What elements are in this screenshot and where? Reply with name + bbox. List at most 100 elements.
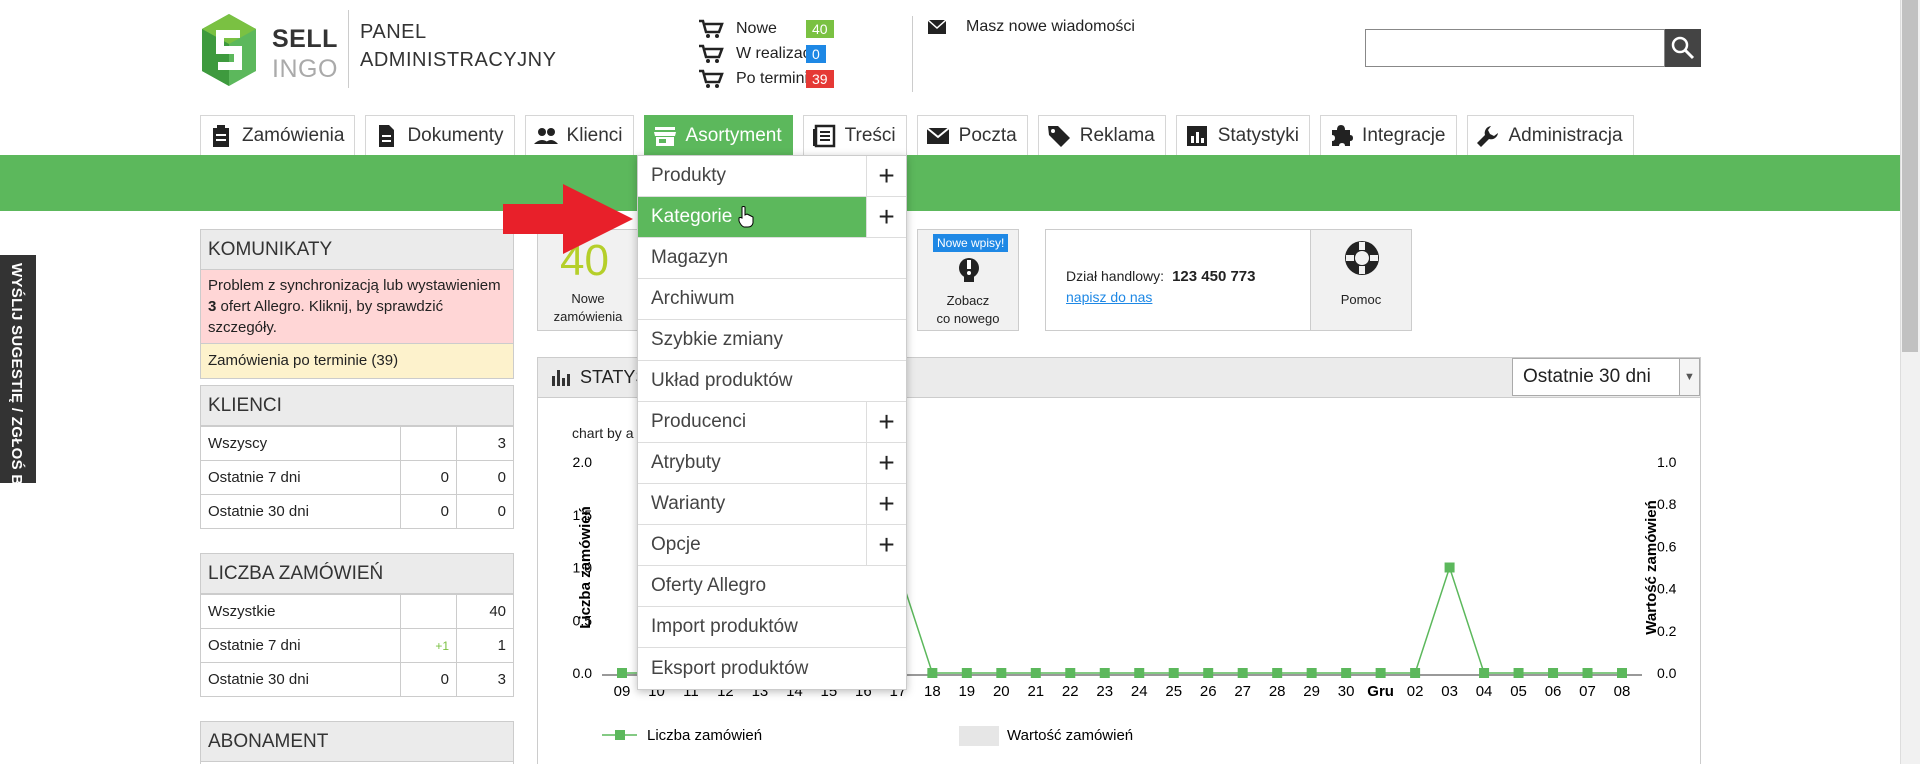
data-point (1513, 668, 1524, 678)
x-tick-label: 20 (993, 683, 1010, 700)
tab-dokumenty[interactable]: Dokumenty (365, 115, 515, 155)
search-button[interactable] (1665, 29, 1701, 67)
tab-tresci[interactable]: Treści (802, 115, 907, 155)
status-badge: 40 (806, 19, 834, 38)
dropdown-item-opcje[interactable]: Opcje + (638, 525, 906, 566)
messages-panel: KOMUNIKATY Problem z synchronizacją lub … (200, 229, 514, 379)
row-delta (401, 427, 457, 460)
orders-count-panel: LICZBA ZAMÓWIEŃ Wszystkie 40 Ostatnie 7 … (200, 553, 514, 697)
add-opcje-button[interactable]: + (866, 525, 906, 565)
tab-administracja[interactable]: Administracja (1466, 115, 1634, 155)
row-value: 0 (497, 469, 506, 486)
allegro-sync-alert[interactable]: Problem z synchronizacją lub wystawienie… (201, 270, 513, 344)
write-to-us-link[interactable]: napisz do nas (1066, 289, 1152, 305)
data-point (1237, 668, 1248, 678)
add-warianty-button[interactable]: + (866, 484, 906, 524)
dropdown-item-label: Produkty (651, 165, 726, 186)
row-label: Wszyscy (201, 427, 401, 460)
row-value: 3 (497, 435, 506, 452)
lightbulb-icon (959, 258, 979, 282)
status-overdue[interactable]: Po terminie 39 (698, 66, 834, 91)
document-icon (379, 124, 395, 147)
tab-zamowienia[interactable]: Zamówienia (200, 115, 356, 155)
data-point (996, 668, 1007, 678)
lifebuoy-icon (1345, 241, 1379, 275)
dropdown-item-warianty[interactable]: Warianty + (638, 484, 906, 525)
logo-text: SELL INGO (272, 24, 338, 84)
tag-icon (1047, 125, 1070, 147)
add-produkty-button[interactable]: + (866, 156, 906, 196)
tab-asortyment[interactable]: Asortyment (643, 115, 793, 155)
clients-panel: KLIENCI Wszyscy 3 Ostatnie 7 dni 0 0 Ost… (200, 385, 514, 529)
messages-link[interactable]: Masz nowe wiadomości (928, 18, 1135, 36)
submenu-bar (0, 155, 1900, 211)
x-tick-label: Gru (1367, 683, 1394, 700)
new-orders-label-line1: Nowe (571, 291, 605, 306)
chart-icon (1186, 125, 1207, 146)
data-point (1444, 562, 1455, 573)
date-range-select[interactable]: Ostatnie 30 dni ▼ (1512, 358, 1700, 396)
dropdown-item-kategorie[interactable]: Kategorie + (638, 197, 906, 238)
panel-title: KOMUNIKATY (201, 230, 513, 270)
table-row: Ostatnie 7 dni +1 1 (201, 628, 513, 662)
messages-text: Masz nowe wiadomości (966, 18, 1135, 35)
add-producenci-button[interactable]: + (866, 402, 906, 442)
tab-statystyki[interactable]: Statystyki (1175, 115, 1311, 155)
dropdown-item-układ-produktów[interactable]: Układ produktów (638, 361, 906, 402)
dropdown-item-magazyn[interactable]: Magazyn (638, 238, 906, 279)
tab-label: Zamówienia (242, 124, 345, 146)
x-tick-label: 22 (1062, 683, 1079, 700)
row-label: Ostatnie 7 dni (201, 629, 401, 662)
header-divider (912, 16, 913, 92)
dropdown-item-produkty[interactable]: Produkty + (638, 156, 906, 197)
status-new[interactable]: Nowe 40 (698, 16, 834, 41)
alert-text: ofert Allegro. Kliknij, by sprawdzić szc… (208, 298, 444, 336)
tab-integracje[interactable]: Integracje (1320, 115, 1457, 155)
order-status-list: Nowe 40 W realizacji 0 Po terminie 39 (698, 16, 834, 91)
dropdown-item-producenci[interactable]: Producenci + (638, 402, 906, 443)
y-tick-label: 0.0 (573, 665, 593, 681)
data-point (1479, 668, 1490, 678)
x-tick-label: 28 (1269, 683, 1286, 700)
row-label: Ostatnie 7 dni (201, 461, 401, 494)
x-tick-label: 18 (924, 683, 941, 700)
dropdown-item-import-produktów[interactable]: Import produktów (638, 607, 906, 648)
x-tick-label: 29 (1303, 683, 1320, 700)
dropdown-item-archiwum[interactable]: Archiwum (638, 279, 906, 320)
data-point (617, 668, 627, 678)
date-range-value: Ostatnie 30 dni (1523, 366, 1651, 387)
add-kategorie-button[interactable]: + (866, 197, 906, 237)
chevron-down-icon: ▼ (1679, 359, 1699, 395)
data-point (961, 668, 972, 678)
row-delta: 0 (401, 663, 457, 696)
dropdown-item-oferty-allegro[interactable]: Oferty Allegro (638, 566, 906, 607)
tab-klienci[interactable]: Klienci (524, 115, 634, 155)
x-tick-label: 26 (1200, 683, 1217, 700)
x-tick-label: 04 (1476, 683, 1493, 700)
main-nav: Zamówienia Dokumenty Klienci Asortyment … (200, 115, 1634, 155)
dropdown-item-eksport-produktów[interactable]: Eksport produktów (638, 648, 906, 689)
table-row: Wszyscy 3 (201, 426, 513, 460)
tab-reklama[interactable]: Reklama (1037, 115, 1166, 155)
mail-icon (926, 126, 950, 144)
new-orders-label: Nowe zamówienia (538, 290, 638, 326)
dropdown-item-szybkie-zmiany[interactable]: Szybkie zmiany (638, 320, 906, 361)
search-input[interactable] (1365, 29, 1665, 67)
overdue-alert[interactable]: Zamówienia po terminie (39) (201, 344, 513, 378)
scrollbar-thumb[interactable] (1902, 0, 1918, 352)
dropdown-item-atrybuty[interactable]: Atrybuty + (638, 443, 906, 484)
tab-poczta[interactable]: Poczta (916, 115, 1028, 155)
sales-phone: 123 450 773 (1172, 268, 1256, 285)
status-in-progress[interactable]: W realizacji 0 (698, 41, 834, 66)
wrench-icon (1476, 125, 1498, 147)
header-divider (348, 10, 349, 88)
whats-new-tile[interactable]: Nowe wpisy! Zobacz co nowego (917, 229, 1019, 331)
x-tick-label: 27 (1234, 683, 1251, 700)
x-tick-label: 24 (1131, 683, 1148, 700)
sales-contact-tile: Dział handlowy: 123 450 773 napisz do nas (1045, 229, 1311, 331)
help-tile[interactable]: Pomoc (1310, 229, 1412, 331)
add-atrybuty-button[interactable]: + (866, 443, 906, 483)
dropdown-item-label: Warianty (651, 493, 726, 514)
feedback-tab[interactable]: WYŚLIJ SUGESTIĘ / ZGŁOŚ BŁĄD (0, 255, 36, 517)
table-row: Ostatnie 30 dni 0 3 (201, 662, 513, 696)
